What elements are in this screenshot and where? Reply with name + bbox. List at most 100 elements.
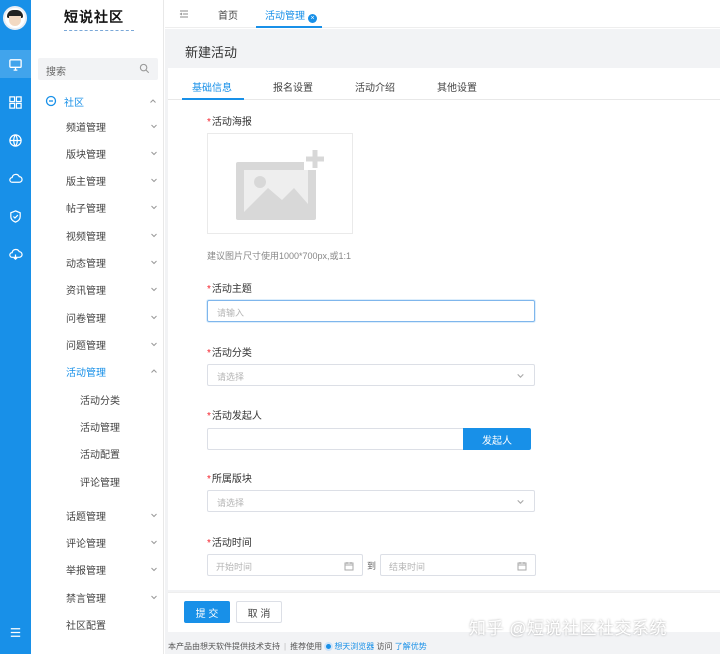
form-tab-other[interactable]: 其他设置 [437,79,477,94]
form-tab-basic[interactable]: 基础信息 [192,79,232,94]
sidebar-group-community[interactable]: 社区 [45,94,157,109]
block-select[interactable]: 请选择 [207,490,535,512]
grid-icon[interactable] [0,88,31,116]
category-label: *活动分类 [207,344,252,359]
chevron-down-icon [151,205,157,210]
sidebar-item-label: 社区配置 [66,620,106,632]
poster-label: *活动海报 [207,113,252,128]
label-text: 活动发起人 [211,411,262,422]
image-upload-icon [236,148,326,220]
sidebar-item-survey[interactable]: 问卷管理 [66,310,158,325]
collapse-sidebar-icon[interactable] [178,8,190,20]
chevron-up-icon [150,99,156,103]
sidebar-item-label: 版主管理 [66,176,106,188]
category-select[interactable]: 请选择 [207,364,535,386]
sidebar-item-channel[interactable]: 频道管理 [66,119,158,134]
active-tab-indicator [256,26,322,28]
sidebar-item-label: 动态管理 [66,258,106,270]
required-mark: * [207,538,211,549]
sidebar-subitem-activity-comments[interactable]: 评论管理 [80,474,120,489]
sidebar-item-section[interactable]: 版块管理 [66,146,158,161]
sidebar: 短说社区 搜索 社区 频道管理 版块管理 版主管理 帖子管理 视频管理 动态管理… [31,0,164,654]
icon-rail [0,0,31,654]
calendar-icon [517,562,527,571]
sidebar-item-label: 活动管理 [66,367,106,379]
form-tab-indicator [182,98,244,100]
form-tab-signup[interactable]: 报名设置 [273,79,313,94]
cloud-download-icon[interactable] [0,240,31,268]
browser-link[interactable]: 想天浏览器 [334,642,374,651]
submit-button[interactable]: 提 交 [184,601,230,623]
chevron-down-icon [151,342,157,347]
sidebar-item-label: 评论管理 [66,538,106,550]
label-text: 所属版块 [211,474,252,485]
time-label: *活动时间 [207,534,252,549]
chevron-up-icon [151,369,157,373]
form-tab-intro[interactable]: 活动介绍 [355,79,395,94]
tab-label: 活动管理 [265,11,305,22]
globe-icon[interactable] [0,126,31,154]
sidebar-item-label: 问题管理 [66,340,106,352]
poster-upload[interactable] [207,133,353,234]
chat-bubble-icon [45,95,57,107]
subject-input[interactable]: 请输入 [207,300,535,322]
sponsor-input[interactable] [207,428,463,450]
sidebar-item-video[interactable]: 视频管理 [66,228,158,243]
monitor-icon[interactable] [0,50,31,78]
sidebar-item-posts[interactable]: 帖子管理 [66,200,158,215]
required-mark: * [207,411,211,422]
chevron-down-icon [151,540,157,545]
sponsor-label: *活动发起人 [207,407,262,422]
input-placeholder: 请输入 [217,308,245,318]
label-text: 活动海报 [211,117,252,128]
divider: | [284,642,287,651]
sidebar-item-mute[interactable]: 禁言管理 [66,590,158,605]
end-time-input[interactable]: 结束时间 [380,554,536,576]
tab-activity-manage[interactable]: 活动管理 × [265,7,317,23]
select-sponsor-button[interactable]: 发起人 [463,428,531,450]
sidebar-item-activity[interactable]: 活动管理 [66,364,158,379]
page-title: 新建活动 [185,45,238,60]
menu-toggle-icon[interactable] [0,618,31,646]
shield-check-icon[interactable] [0,202,31,230]
sidebar-item-reports[interactable]: 举报管理 [66,562,158,577]
avatar[interactable] [3,6,27,30]
cloud-icon[interactable] [0,164,31,192]
sidebar-item-news[interactable]: 资讯管理 [66,282,158,297]
logo-title: 短说社区 [64,10,124,26]
sidebar-item-label: 频道管理 [66,122,106,134]
chevron-down-icon [151,178,157,183]
sidebar-item-label: 禁言管理 [66,593,106,605]
tab-home[interactable]: 首页 [218,7,238,22]
sidebar-group-label: 社区 [64,97,84,109]
sidebar-item-label: 问卷管理 [66,313,106,325]
sidebar-item-moderator[interactable]: 版主管理 [66,173,158,188]
start-time-input[interactable]: 开始时间 [207,554,363,576]
label-text: 活动主题 [211,284,252,295]
sidebar-item-feed[interactable]: 动态管理 [66,255,158,270]
support-text: 本产品由想天软件提供技术支持 [168,642,280,651]
close-tab-icon[interactable]: × [308,14,317,23]
range-separator: 到 [367,561,377,571]
required-mark: * [207,117,211,128]
recommend-text: 推荐使用 [290,642,323,651]
top-nav: 首页 活动管理 × [165,0,720,28]
sidebar-item-comments[interactable]: 评论管理 [66,535,158,550]
sidebar-item-questions[interactable]: 问题管理 [66,337,158,352]
learn-more-link[interactable]: 了解优势 [395,642,427,651]
search-placeholder: 搜索 [46,67,66,78]
sidebar-subitem-activity-config[interactable]: 活动配置 [80,446,120,461]
sidebar-item-community-config[interactable]: 社区配置 [66,617,158,632]
chevron-down-icon [517,499,524,504]
sidebar-subitem-activity-manage[interactable]: 活动管理 [80,419,120,434]
sidebar-item-label: 帖子管理 [66,203,106,215]
copyright-footer: 本产品由想天软件提供技术支持 | 推荐使用 想天浏览器 访问 了解优势 [168,641,427,652]
required-mark: * [207,474,211,485]
required-mark: * [207,348,211,359]
chevron-down-icon [151,151,157,156]
sidebar-search-input[interactable]: 搜索 [38,58,158,80]
sidebar-item-topics[interactable]: 话题管理 [66,508,158,523]
sidebar-subitem-activity-category[interactable]: 活动分类 [80,392,120,407]
cancel-button[interactable]: 取 消 [236,601,282,623]
chevron-down-icon [151,260,157,265]
